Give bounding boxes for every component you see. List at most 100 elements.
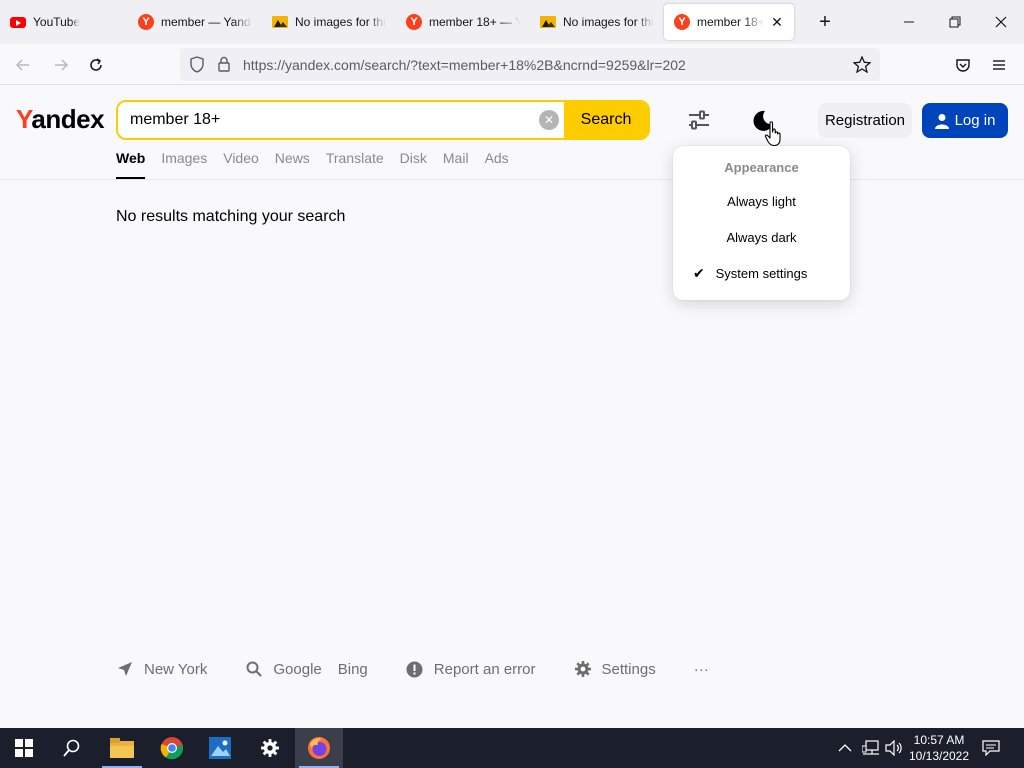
- yandex-logo[interactable]: Yandex: [16, 104, 105, 135]
- tab-member-yandex[interactable]: Y member — Yandex: [128, 0, 262, 44]
- notification-icon: [982, 740, 1000, 756]
- reload-button[interactable]: [83, 52, 109, 78]
- minimize-icon: [904, 21, 914, 23]
- new-tab-button[interactable]: +: [812, 9, 838, 35]
- tab-no-images-2[interactable]: No images for this: [530, 0, 664, 44]
- network-button[interactable]: [862, 728, 880, 768]
- footer-report[interactable]: Report an error: [406, 660, 536, 678]
- clock-date: 10/13/2022: [908, 749, 970, 763]
- exclamation-icon: [406, 660, 424, 678]
- service-news[interactable]: News: [275, 150, 310, 179]
- back-button[interactable]: [10, 52, 36, 78]
- file-explorer-button[interactable]: [98, 728, 146, 768]
- forward-button[interactable]: [48, 52, 74, 78]
- volume-button[interactable]: [885, 728, 903, 768]
- registration-button[interactable]: Registration: [818, 103, 912, 138]
- search-filters-icon[interactable]: [686, 108, 712, 132]
- minimize-button[interactable]: [886, 0, 932, 44]
- chevron-up-icon: [838, 744, 852, 752]
- tab-no-images[interactable]: No images for this: [262, 0, 396, 44]
- bookmark-star-icon[interactable]: [853, 56, 871, 73]
- arrow-left-icon: [15, 59, 29, 71]
- option-always-light[interactable]: Always light: [673, 194, 850, 209]
- tab-youtube[interactable]: YouTube: [0, 0, 128, 44]
- speaker-icon: [885, 740, 902, 756]
- firefox-button[interactable]: [295, 728, 343, 768]
- report-error-link: Report an error: [433, 660, 536, 678]
- tab-title: No images for this: [295, 15, 386, 29]
- service-images[interactable]: Images: [161, 150, 207, 179]
- start-button[interactable]: [0, 728, 48, 768]
- close-window-button[interactable]: [978, 0, 1024, 44]
- taskbar-search-button[interactable]: [48, 728, 96, 768]
- action-center-button[interactable]: [982, 728, 1000, 768]
- tab-title: member 18+ — Yandex: [429, 15, 520, 29]
- chrome-button[interactable]: [148, 728, 196, 768]
- address-bar[interactable]: https://yandex.com/search/?text=member+1…: [180, 48, 880, 81]
- option-always-dark[interactable]: Always dark: [673, 230, 850, 245]
- footer-more-button[interactable]: ···: [694, 661, 709, 678]
- arrow-right-icon: [55, 59, 69, 71]
- tab-strip: YouTube Y member — Yandex No images for …: [0, 0, 1024, 44]
- lock-icon[interactable]: [217, 56, 231, 72]
- hand-cursor-icon: [764, 121, 781, 147]
- option-system-settings[interactable]: System settings: [673, 266, 850, 281]
- services-nav: Web Images Video News Translate Disk Mai…: [116, 150, 525, 180]
- show-hidden-icons-button[interactable]: [838, 728, 852, 768]
- clock-time: 10:57 AM: [913, 733, 965, 747]
- navigation-toolbar: https://yandex.com/search/?text=member+1…: [0, 44, 1024, 85]
- hamburger-menu-icon: [993, 60, 1005, 70]
- pocket-button[interactable]: [950, 52, 976, 78]
- system-clock[interactable]: 10:57 AM 10/13/2022: [908, 732, 970, 764]
- reload-icon: [90, 58, 102, 71]
- footer-google[interactable]: Google: [245, 660, 322, 678]
- folder-icon: [110, 738, 134, 758]
- restore-icon: [949, 16, 961, 28]
- pocket-icon: [956, 59, 970, 72]
- clear-search-icon[interactable]: ✕: [539, 110, 559, 130]
- close-tab-icon[interactable]: ✕: [770, 14, 784, 31]
- appearance-heading: Appearance: [724, 160, 799, 175]
- no-results-message: No results matching your search: [116, 208, 346, 225]
- settings-button[interactable]: [246, 728, 294, 768]
- service-video[interactable]: Video: [223, 150, 259, 179]
- search-icon: [63, 739, 80, 757]
- photos-button[interactable]: [196, 728, 244, 768]
- shield-icon[interactable]: [189, 56, 205, 73]
- search-input[interactable]: [118, 102, 568, 138]
- google-link: Google: [273, 660, 322, 678]
- restore-button[interactable]: [932, 0, 978, 44]
- image-icon: [540, 14, 556, 30]
- footer-bing[interactable]: Bing: [338, 661, 368, 678]
- footer-settings[interactable]: Settings: [574, 660, 656, 678]
- yandex-icon: Y: [138, 14, 154, 30]
- location-label: New York: [144, 660, 208, 678]
- tab-member-18-yandex[interactable]: Y member 18+ — Yandex: [396, 0, 530, 44]
- page-footer: New York Google Bing Report an error Set…: [116, 658, 747, 680]
- service-translate[interactable]: Translate: [326, 150, 384, 179]
- app-menu-button[interactable]: [986, 52, 1012, 78]
- search-form: ✕ Search: [116, 100, 650, 140]
- appearance-menu: Appearance Always light Always dark ✔ Sy…: [673, 146, 850, 300]
- login-label: Log in: [954, 112, 996, 129]
- service-ads[interactable]: Ads: [485, 150, 509, 179]
- network-icon: [862, 740, 879, 755]
- location-arrow-icon: [116, 660, 134, 678]
- login-button[interactable]: Log in: [922, 103, 1008, 138]
- search-button[interactable]: Search: [564, 102, 648, 138]
- header-divider: [0, 179, 1024, 180]
- user-icon: [934, 113, 949, 129]
- tab-title: YouTube: [33, 15, 81, 29]
- yandex-icon: Y: [406, 14, 422, 30]
- service-disk[interactable]: Disk: [400, 150, 427, 179]
- youtube-icon: [10, 14, 26, 30]
- photos-icon: [209, 737, 231, 759]
- service-mail[interactable]: Mail: [443, 150, 469, 179]
- image-icon: [272, 14, 288, 30]
- footer-location[interactable]: New York: [116, 660, 207, 678]
- bing-link: Bing: [337, 660, 368, 678]
- tab-active-member-18[interactable]: Y member 18+ — Yandex ✕: [664, 4, 794, 40]
- service-web[interactable]: Web: [116, 150, 146, 179]
- gear-icon: [574, 660, 592, 678]
- close-icon: [995, 16, 1007, 28]
